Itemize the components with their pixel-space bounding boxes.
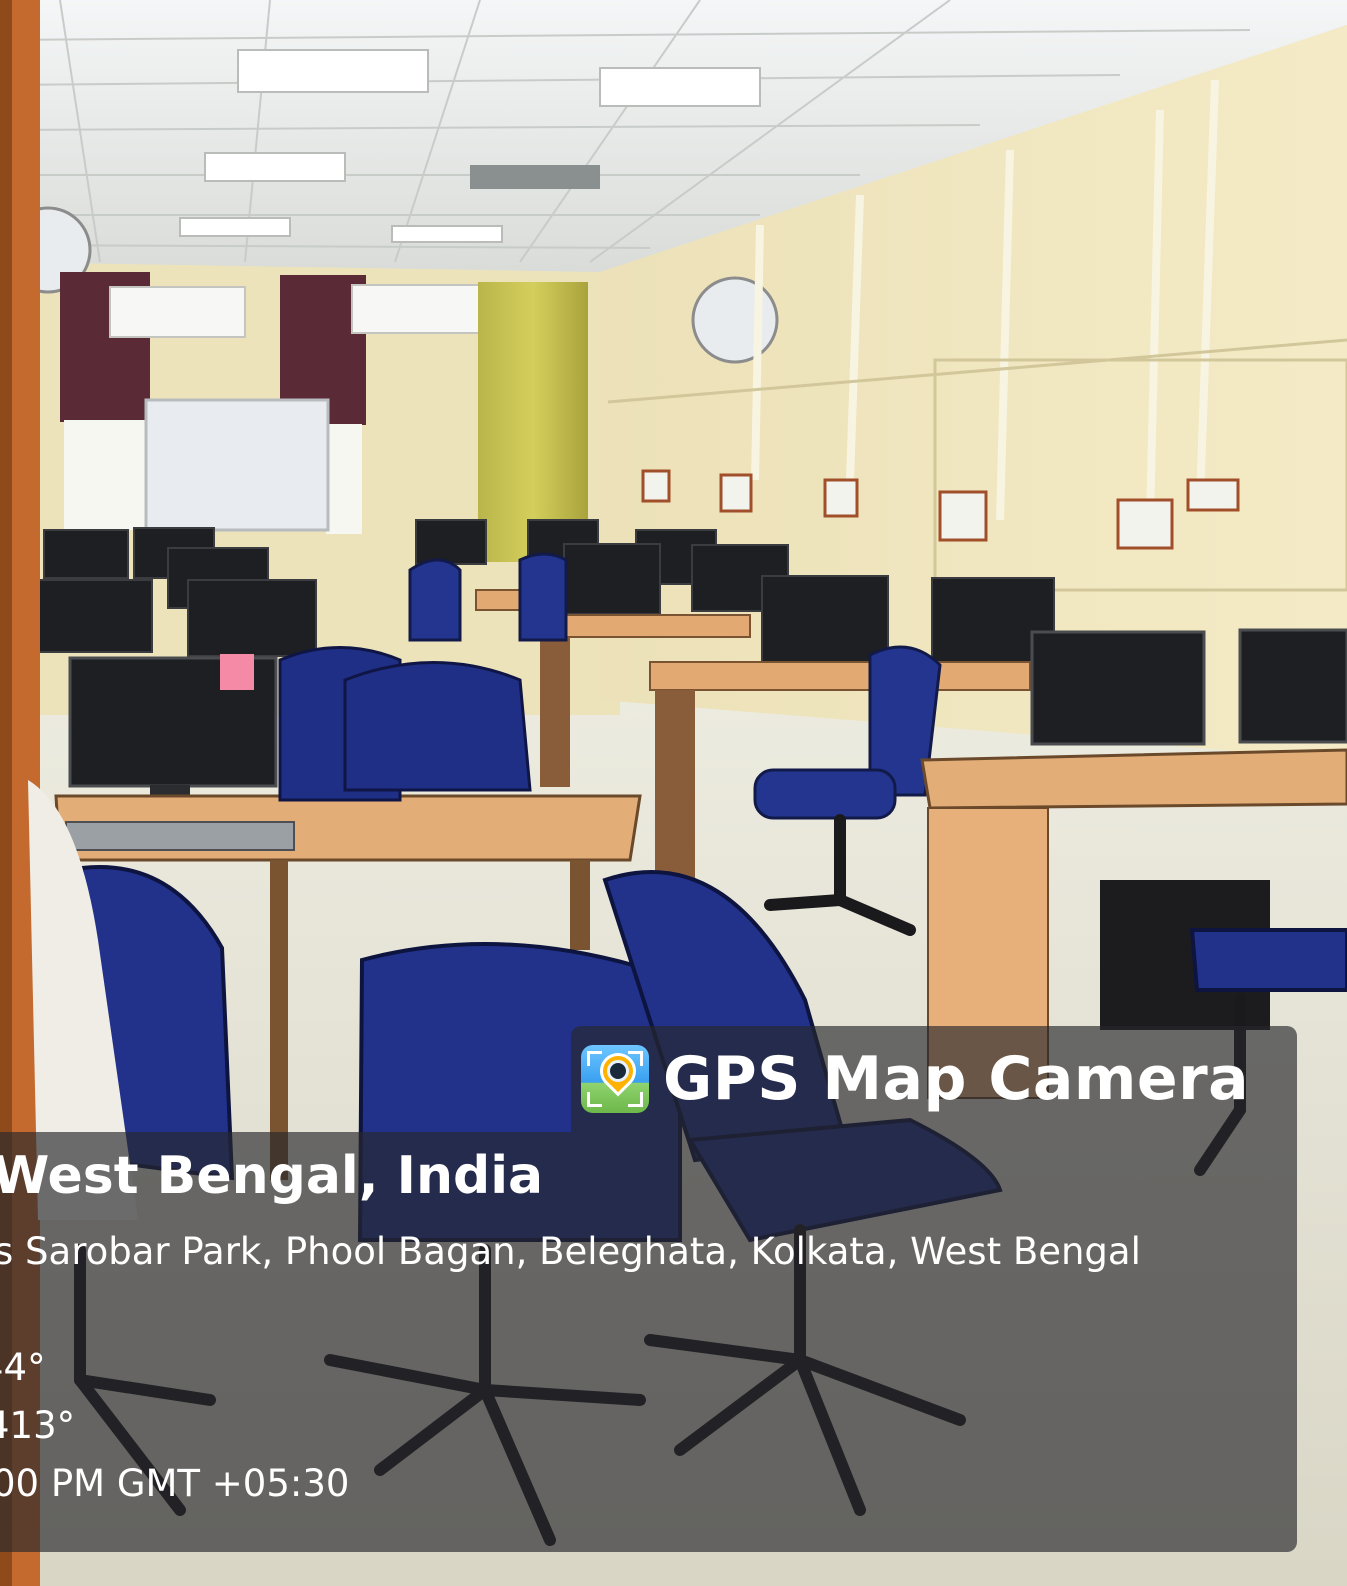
partial-line: n	[0, 1286, 1, 1329]
location-info-panel: West Bengal, India s Sarobar Park, Phool…	[0, 1132, 1297, 1552]
location-title: West Bengal, India	[0, 1146, 544, 1206]
gps-map-camera-app-icon	[581, 1045, 649, 1113]
longitude-value: 413°	[0, 1404, 76, 1447]
latitude-value: 44°	[0, 1346, 46, 1389]
brand-title: GPS Map Camera	[663, 1044, 1250, 1114]
address-line: s Sarobar Park, Phool Bagan, Beleghata, …	[0, 1230, 1141, 1273]
gps-map-camera-badge: GPS Map Camera	[571, 1026, 1297, 1132]
datetime-value: 00 PM GMT +05:30	[0, 1462, 350, 1505]
